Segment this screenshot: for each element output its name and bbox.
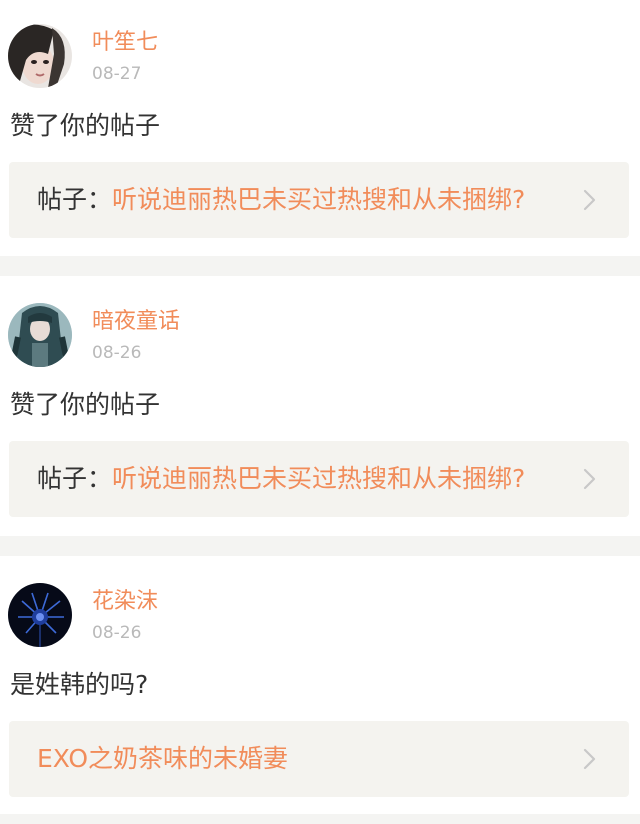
post-prefix: 帖子：: [37, 185, 113, 214]
notification-feed: 叶笙七 08-27 赞了你的帖子 帖子：听说迪丽热巴未买过热搜和从未捆绑? 暗夜…: [0, 0, 640, 824]
notification-card: 花染沫 08-26 是姓韩的吗? EXO之奶茶味的未婚妻: [0, 556, 640, 814]
chevron-right-icon: [583, 189, 596, 211]
notification-message: 赞了你的帖子: [10, 111, 161, 140]
timestamp: 08-27: [92, 64, 142, 84]
post-title: 听说迪丽热巴未买过热搜和从未捆绑?: [112, 464, 526, 493]
post-link-text: 帖子：听说迪丽热巴未买过热搜和从未捆绑?: [37, 441, 525, 517]
post-link[interactable]: 帖子：听说迪丽热巴未买过热搜和从未捆绑?: [9, 162, 629, 238]
chevron-right-icon: [583, 468, 596, 490]
post-link-text: EXO之奶茶味的未婚妻: [37, 721, 288, 797]
post-title: 听说迪丽热巴未买过热搜和从未捆绑?: [112, 185, 526, 214]
notification-card: 叶笙七 08-27 赞了你的帖子 帖子：听说迪丽热巴未买过热搜和从未捆绑?: [0, 0, 640, 256]
notification-message: 是姓韩的吗?: [10, 670, 149, 699]
username[interactable]: 叶笙七: [92, 28, 158, 58]
post-link-text: 帖子：听说迪丽热巴未买过热搜和从未捆绑?: [37, 162, 525, 238]
username[interactable]: 暗夜童话: [92, 307, 180, 337]
chevron-right-icon: [583, 748, 596, 770]
avatar[interactable]: [8, 583, 72, 647]
notification-card: 暗夜童话 08-26 赞了你的帖子 帖子：听说迪丽热巴未买过热搜和从未捆绑?: [0, 276, 640, 536]
post-title: EXO之奶茶味的未婚妻: [37, 744, 289, 773]
post-link[interactable]: EXO之奶茶味的未婚妻: [9, 721, 629, 797]
post-prefix: 帖子：: [37, 464, 113, 493]
avatar[interactable]: [8, 24, 72, 88]
timestamp: 08-26: [92, 623, 142, 643]
post-link[interactable]: 帖子：听说迪丽热巴未买过热搜和从未捆绑?: [9, 441, 629, 517]
username[interactable]: 花染沫: [92, 587, 158, 617]
notification-message: 赞了你的帖子: [10, 390, 161, 419]
timestamp: 08-26: [92, 343, 142, 363]
avatar[interactable]: [8, 303, 72, 367]
